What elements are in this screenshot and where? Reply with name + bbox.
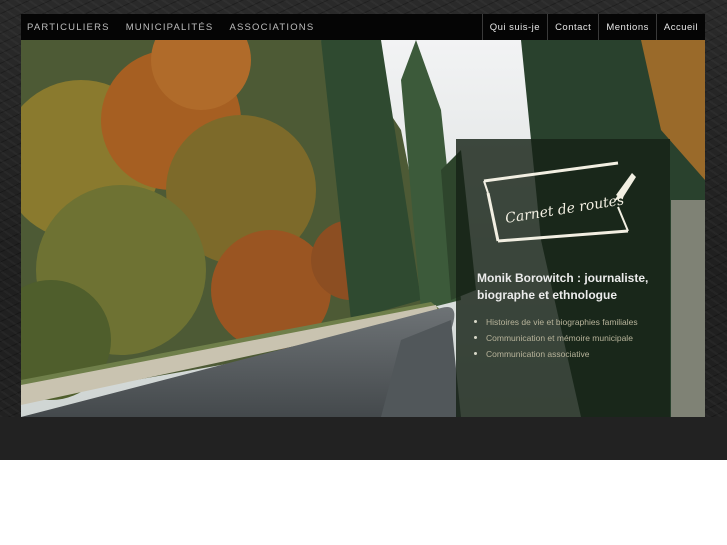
services-list: Histoires de vie et biographies familial… [474,314,638,362]
nav-item-municipalites[interactable]: MUNICIPALITÉS [126,22,214,33]
nav-item-contact[interactable]: Contact [547,14,598,40]
nav-item-qui-suis-je[interactable]: Qui suis-je [481,14,547,40]
intro-panel: Carnet de routes Monik Borowitch : journ… [456,139,670,417]
nav-item-associations[interactable]: ASSOCIATIONS [229,22,314,33]
author-title: Monik Borowitch : journaliste, biographe… [477,271,649,302]
service-item-communication-municipale: Communication et mémoire municipale [474,330,638,346]
nav-item-particuliers[interactable]: PARTICULIERS [27,22,110,33]
service-item-communication-associative: Communication associative [474,346,638,362]
logo-text: Carnet de routes [504,192,625,227]
nav-item-accueil[interactable]: Accueil [655,14,705,40]
nav-item-mentions[interactable]: Mentions [598,14,656,40]
footer-band [0,417,727,460]
pen-nib-icon [614,173,636,201]
service-item-histoires-de-vie: Histoires de vie et biographies familial… [474,314,638,330]
carnet-de-routes-logo[interactable]: Carnet de routes [478,155,638,253]
top-navigation: PARTICULIERS MUNICIPALITÉS ASSOCIATIONS … [21,14,705,40]
nav-primary: PARTICULIERS MUNICIPALITÉS ASSOCIATIONS [21,14,330,40]
nav-secondary: Qui suis-je Contact Mentions Accueil [481,14,705,40]
